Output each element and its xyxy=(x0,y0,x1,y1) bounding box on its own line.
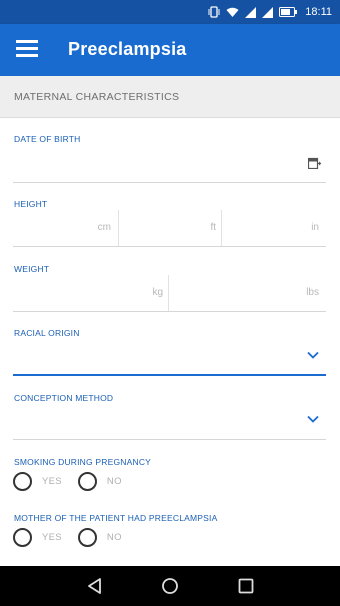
mother-preeclampsia-yes-radio[interactable] xyxy=(13,528,32,547)
conception-method-select[interactable] xyxy=(13,439,326,440)
recents-icon[interactable] xyxy=(236,576,256,596)
height-underline xyxy=(13,246,326,247)
smoking-yes-radio[interactable] xyxy=(13,472,32,491)
height-ft-input[interactable]: ft xyxy=(120,222,216,233)
smoking-label: SMOKING DURING PREGNANCY xyxy=(14,457,152,467)
smoking-no-radio[interactable] xyxy=(77,472,97,491)
weight-label: WEIGHT xyxy=(14,264,50,274)
back-icon[interactable] xyxy=(85,576,105,596)
app-title: Preeclampsia xyxy=(68,39,187,59)
height-divider xyxy=(118,210,119,246)
section-header: MATERNAL CHARACTERISTICS xyxy=(0,76,340,118)
weight-underline xyxy=(13,311,326,312)
signal-2-icon xyxy=(262,6,274,18)
chevron-down-icon[interactable] xyxy=(307,351,319,359)
home-icon[interactable] xyxy=(160,576,180,596)
weight-lbs-input[interactable]: lbs xyxy=(170,287,319,298)
mother-preeclampsia-no-radio[interactable] xyxy=(77,528,97,547)
height-cm-input[interactable]: cm xyxy=(14,222,111,233)
hamburger-menu-icon[interactable] xyxy=(16,40,38,60)
weight-kg-input[interactable]: kg xyxy=(14,287,163,298)
racial-origin-select[interactable] xyxy=(13,374,326,376)
height-divider xyxy=(221,210,222,246)
status-time: 18:11 xyxy=(305,6,332,18)
racial-origin-label: RACIAL ORIGIN xyxy=(14,328,80,338)
mother-preeclampsia-label: MOTHER OF THE PATIENT HAD PREECLAMPSIA xyxy=(14,513,218,523)
height-in-input[interactable]: in xyxy=(223,222,319,233)
status-bar: 18:11 xyxy=(0,0,340,24)
navigation-bar xyxy=(0,566,340,606)
weight-divider xyxy=(168,275,169,311)
mother-preeclampsia-radio-group: YES NO xyxy=(13,528,138,547)
smoking-radio-group: YES NO xyxy=(13,472,138,491)
mother-preeclampsia-yes-label: YES xyxy=(42,532,62,543)
date-of-birth-label: DATE OF BIRTH xyxy=(14,134,81,144)
smoking-yes-label: YES xyxy=(42,476,62,487)
calendar-icon[interactable] xyxy=(308,157,321,169)
chevron-down-icon[interactable] xyxy=(307,415,319,423)
mother-preeclampsia-no-label: NO xyxy=(106,532,122,543)
date-of-birth-field[interactable] xyxy=(13,182,326,183)
battery-icon xyxy=(279,7,298,17)
section-title: MATERNAL CHARACTERISTICS xyxy=(14,91,180,103)
smoking-no-label: NO xyxy=(106,476,122,487)
conception-method-label: CONCEPTION METHOD xyxy=(14,393,114,403)
wifi-icon xyxy=(226,7,239,17)
height-label: HEIGHT xyxy=(14,199,48,209)
signal-icon xyxy=(245,6,257,18)
app-bar: Preeclampsia xyxy=(0,24,340,76)
status-icons: 18:11 xyxy=(208,5,332,19)
vibrate-icon xyxy=(208,6,220,18)
